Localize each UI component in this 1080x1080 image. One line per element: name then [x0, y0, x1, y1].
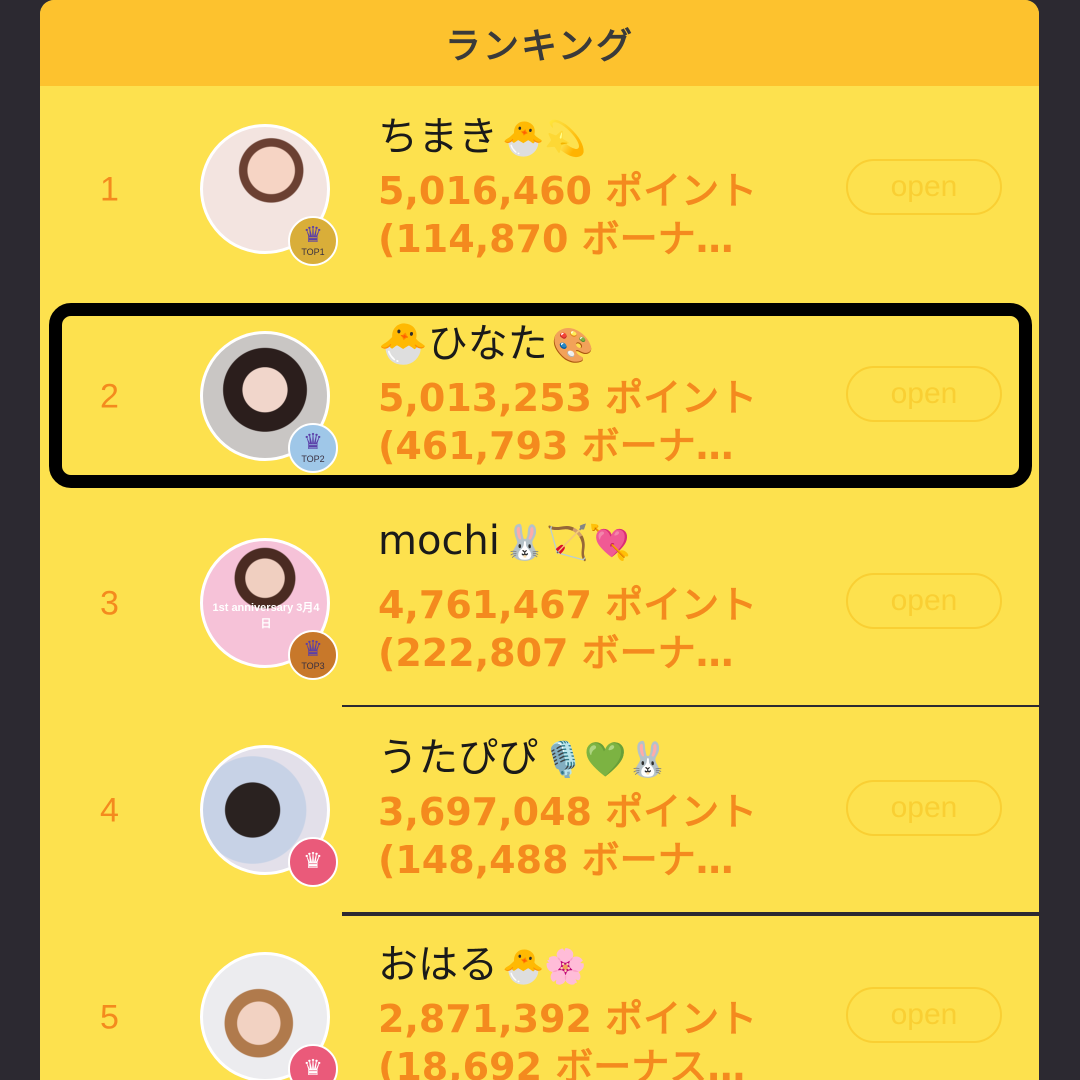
user-name: うたぴぴ 🎙️💚🐰 — [378, 725, 669, 783]
user-name: おはる 🐣🌸 — [378, 932, 587, 990]
open-button[interactable]: open — [846, 159, 1002, 215]
open-button[interactable]: open — [846, 780, 1002, 836]
user-name: 🐣ひなた 🎨 — [378, 311, 594, 369]
avatar[interactable]: ♛ TOP2 — [200, 331, 338, 473]
page-title: ランキング — [445, 26, 634, 67]
ranking-panel: ランキング 1 ♛ TOP1 ちまき 🐣💫 5,016,460 ポイント (114… — [40, 0, 1039, 1080]
user-name-text: 🐣ひなた — [378, 321, 548, 367]
top-badge: ♛ — [288, 1044, 338, 1080]
name-emoji: 🐣🌸 — [502, 947, 587, 987]
rank-number: 3 — [100, 584, 119, 622]
bonus-value: (461,793 ボーナ… — [378, 424, 734, 468]
rank-number: 5 — [100, 998, 119, 1036]
points-value: 5,013,253 ポイント — [378, 376, 758, 420]
user-name: ちまき 🐣💫 — [378, 104, 587, 162]
badge-label: TOP1 — [301, 247, 325, 257]
top-badge: ♛ TOP3 — [288, 630, 338, 680]
avatar[interactable]: ♛ — [200, 745, 338, 887]
bonus-value: (114,870 ボーナ… — [378, 217, 734, 261]
avatar-caption: 1st anniversary 3月4日 — [212, 602, 320, 630]
crown-icon: ♛ — [303, 430, 323, 455]
avatar[interactable]: ♛ — [200, 952, 338, 1080]
user-name-text: おはる — [378, 942, 498, 988]
name-emoji: 🎙️💚🐰 — [542, 740, 670, 780]
open-button[interactable]: open — [846, 987, 1002, 1043]
crown-icon: ♛ — [303, 1056, 323, 1080]
row-divider — [342, 914, 1039, 916]
open-button[interactable]: open — [846, 366, 1002, 422]
badge-label: TOP2 — [301, 454, 325, 464]
open-button[interactable]: open — [846, 573, 1002, 629]
crown-icon: ♛ — [303, 849, 323, 874]
name-emoji: 🐰🏹💘 — [503, 523, 631, 563]
bonus-value: (148,488 ボーナ… — [378, 838, 734, 882]
user-name: mochi 🐰🏹💘 — [378, 518, 631, 564]
rank-number: 1 — [100, 170, 119, 208]
bonus-value: (18,692 ボーナス… — [378, 1045, 746, 1080]
ranking-header: ランキング — [40, 0, 1039, 86]
ranking-row-4[interactable]: 4 ♛ うたぴぴ 🎙️💚🐰 3,697,048 ポイント (148,488 ボーナ… — [40, 707, 1039, 914]
crown-icon: ♛ — [303, 637, 323, 662]
bonus-value: (222,807 ボーナ… — [378, 631, 734, 675]
points-value: 3,697,048 ポイント — [378, 790, 758, 834]
ranking-row-3[interactable]: 3 1st anniversary 3月4日 ♛ TOP3 mochi 🐰🏹💘 4… — [40, 500, 1039, 707]
crown-icon: ♛ — [303, 223, 323, 248]
user-name-text: mochi — [378, 518, 500, 564]
avatar[interactable]: 1st anniversary 3月4日 ♛ TOP3 — [200, 538, 338, 680]
user-name-text: うたぴぴ — [378, 735, 538, 781]
top-badge: ♛ — [288, 837, 338, 887]
badge-label: TOP3 — [301, 661, 325, 671]
user-name-text: ちまき — [378, 114, 498, 160]
top-badge: ♛ TOP1 — [288, 216, 338, 266]
ranking-row-1[interactable]: 1 ♛ TOP1 ちまき 🐣💫 5,016,460 ポイント (114,870 ボ… — [40, 86, 1039, 293]
points-value: 2,871,392 ポイント — [378, 997, 758, 1041]
ranking-row-5[interactable]: 5 ♛ おはる 🐣🌸 2,871,392 ポイント (18,692 ボーナス… o… — [40, 914, 1039, 1080]
ranking-row-2[interactable]: 2 ♛ TOP2 🐣ひなた 🎨 5,013,253 ポイント (461,793 ボ… — [40, 293, 1039, 500]
name-emoji: 🐣💫 — [502, 119, 587, 159]
points-value: 5,016,460 ポイント — [378, 169, 758, 213]
rank-number: 4 — [100, 791, 119, 829]
rank-number: 2 — [100, 377, 119, 415]
avatar[interactable]: ♛ TOP1 — [200, 124, 338, 266]
top-badge: ♛ TOP2 — [288, 423, 338, 473]
name-emoji: 🎨 — [551, 326, 595, 366]
points-value: 4,761,467 ポイント — [378, 583, 758, 627]
